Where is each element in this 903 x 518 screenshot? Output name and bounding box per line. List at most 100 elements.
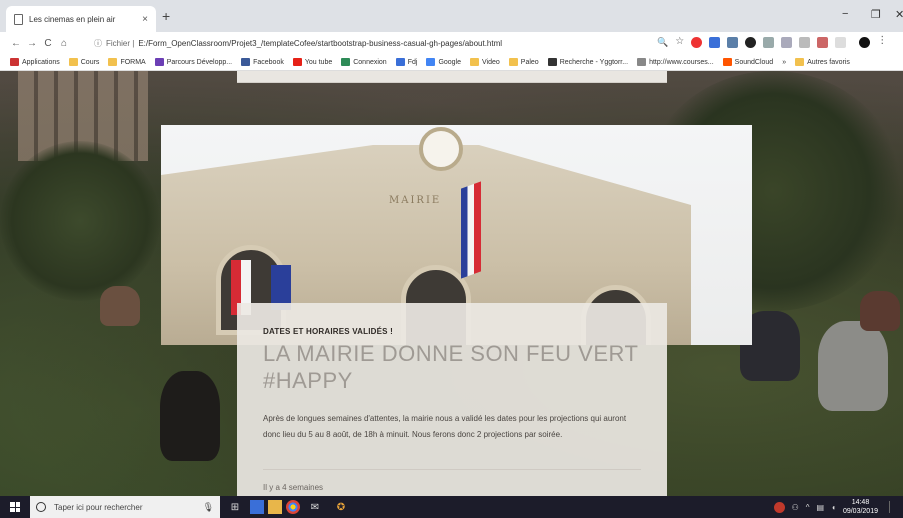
chrome-icon[interactable] [286, 500, 300, 514]
taskbar: Taper ici pour rechercher 🎙 ⊞ ✉ ✪ ⚇ ^ ▤ … [0, 496, 903, 518]
network-icon[interactable]: ▤ [817, 503, 825, 512]
bookmark-label: SoundCloud [734, 58, 774, 66]
bookmark-icon [547, 58, 557, 66]
extension-icon[interactable] [781, 37, 793, 48]
url-bar[interactable]: ⓘ Fichier | E:/Form_OpenClassroom/Projet… [94, 35, 694, 51]
bookmark-label: Paleo [520, 58, 539, 66]
bookmark-icon [722, 58, 732, 66]
url-scheme: Fichier | [106, 38, 135, 48]
bookmark-icon [68, 58, 78, 66]
bookmark-item[interactable]: FORMA [108, 58, 146, 66]
extension-icon[interactable] [709, 37, 721, 48]
bookmark-label: Applications [22, 58, 60, 66]
back-icon[interactable]: ← [8, 38, 24, 49]
chevron-up-icon[interactable]: ^ [806, 503, 810, 512]
bookmark-item[interactable]: Applications [10, 58, 60, 66]
bookmark-label: You tube [304, 58, 333, 66]
file-explorer-icon[interactable] [250, 500, 264, 514]
bookmark-item[interactable]: Recherche - Yggtorr... [547, 58, 628, 66]
star-icon[interactable]: ☆ [675, 36, 684, 48]
home-icon[interactable]: ⌂ [56, 38, 72, 49]
forward-icon[interactable]: → [24, 38, 40, 49]
tab-close-icon[interactable]: × [142, 14, 148, 25]
bookmark-item[interactable]: You tube [292, 58, 333, 66]
cortana-icon [36, 502, 46, 512]
bookmark-item[interactable]: Fdj [395, 58, 418, 66]
bookmark-item[interactable]: Paleo [508, 58, 539, 66]
zoom-icon[interactable]: 🔍 [657, 37, 668, 48]
store-icon[interactable] [268, 500, 282, 514]
bookmark-item[interactable]: http://www.courses... [637, 58, 714, 66]
microphone-icon[interactable]: 🎙 [203, 502, 214, 513]
info-icon[interactable]: ⓘ [94, 38, 102, 49]
bookmark-label: http://www.courses... [649, 58, 714, 66]
bookmark-icon [795, 58, 805, 66]
clock-time: 14:48 [851, 499, 870, 506]
search-placeholder: Taper ici pour rechercher [54, 502, 143, 512]
mail-icon[interactable]: ✉ [304, 500, 326, 514]
bookmark-item[interactable]: Google [426, 58, 461, 66]
extension-icon[interactable] [799, 37, 811, 48]
new-tab-icon[interactable]: + [162, 8, 170, 24]
clock-icon [419, 127, 463, 171]
reload-icon[interactable]: C [40, 38, 56, 49]
background-person [100, 286, 140, 326]
system-tray: ⚇ ^ ▤ ◖ 14:48 09/03/2019 [773, 498, 903, 516]
background-tree [0, 141, 160, 301]
url-text[interactable]: E:/Form_OpenClassroom/Projet3_/templateC… [138, 39, 502, 48]
bookmark-label: Cours [80, 58, 100, 66]
bookmark-label: FORMA [120, 58, 146, 66]
extensions: 🔍 ☆ ⋮ [657, 35, 887, 48]
bookmark-item[interactable]: Parcours Développ... [154, 58, 233, 66]
start-button[interactable] [0, 502, 30, 512]
restore-icon[interactable]: ❐ [871, 8, 881, 21]
bookmark-item[interactable]: Connexion [341, 58, 387, 66]
extension-icon[interactable] [817, 37, 829, 48]
avatar[interactable] [859, 37, 871, 48]
bookmark-icon [470, 58, 480, 66]
taskbar-clock[interactable]: 14:48 09/03/2019 [843, 498, 878, 516]
menu-icon[interactable]: ⋮ [877, 35, 887, 48]
bookmark-label: Autres favoris [807, 58, 850, 66]
bookmark-item[interactable]: Facebook [241, 58, 284, 66]
bookmark-icon [154, 58, 164, 66]
bookmark-icon [341, 58, 351, 66]
task-view-icon[interactable]: ⊞ [224, 500, 246, 514]
taskbar-search[interactable]: Taper ici pour rechercher 🎙 [30, 496, 220, 518]
bookmark-item[interactable]: » [782, 59, 786, 66]
extension-icon[interactable] [835, 37, 847, 48]
bookmark-item[interactable]: Cours [68, 58, 100, 66]
close-window-icon[interactable]: ✕ [895, 8, 903, 21]
extension-icon[interactable] [745, 37, 757, 48]
opera-extension-icon[interactable] [691, 37, 703, 48]
app-icon[interactable]: ✪ [330, 500, 352, 514]
divider [263, 469, 641, 470]
page-viewport: MAIRIE DATES ET HORAIRES VALIDÉS ! LA MA… [0, 71, 903, 496]
address-toolbar: ← → C ⌂ ⓘ Fichier | E:/Form_OpenClassroo… [0, 32, 903, 54]
navbar-strip [237, 71, 667, 83]
show-desktop-button[interactable] [889, 501, 897, 513]
bookmark-item[interactable]: Autres favoris [795, 58, 850, 66]
tray-app-icon[interactable] [773, 501, 785, 513]
french-flag-icon [461, 181, 481, 279]
article-body: Après de longues semaines d'attentes, la… [263, 414, 627, 439]
tab-title: Les cinemas en plein air [29, 14, 116, 24]
bookmark-icon [637, 58, 647, 66]
bookmark-label: Google [438, 58, 462, 66]
people-icon[interactable]: ⚇ [792, 503, 799, 512]
bookmark-label: Parcours Développ... [166, 58, 233, 66]
bookmarks-bar: Applications Cours FORMA Parcours Développ.… [0, 54, 903, 71]
volume-icon[interactable]: ◖ [831, 503, 836, 512]
extension-icon[interactable] [763, 37, 775, 48]
bookmark-item[interactable]: SoundCloud [722, 58, 774, 66]
bookmark-label: Facebook [253, 58, 284, 66]
browser-tab[interactable]: Les cinemas en plein air × [6, 6, 156, 32]
bookmark-icon [426, 58, 436, 66]
bookmark-icon [292, 58, 302, 66]
bookmark-label: Fdj [407, 58, 418, 66]
bookmark-label: Connexion [353, 58, 387, 66]
minimize-icon[interactable]: − [842, 8, 848, 20]
bookmark-item[interactable]: Video [470, 58, 500, 66]
bookmark-label: Video [482, 58, 500, 66]
extension-icon[interactable] [727, 37, 739, 48]
